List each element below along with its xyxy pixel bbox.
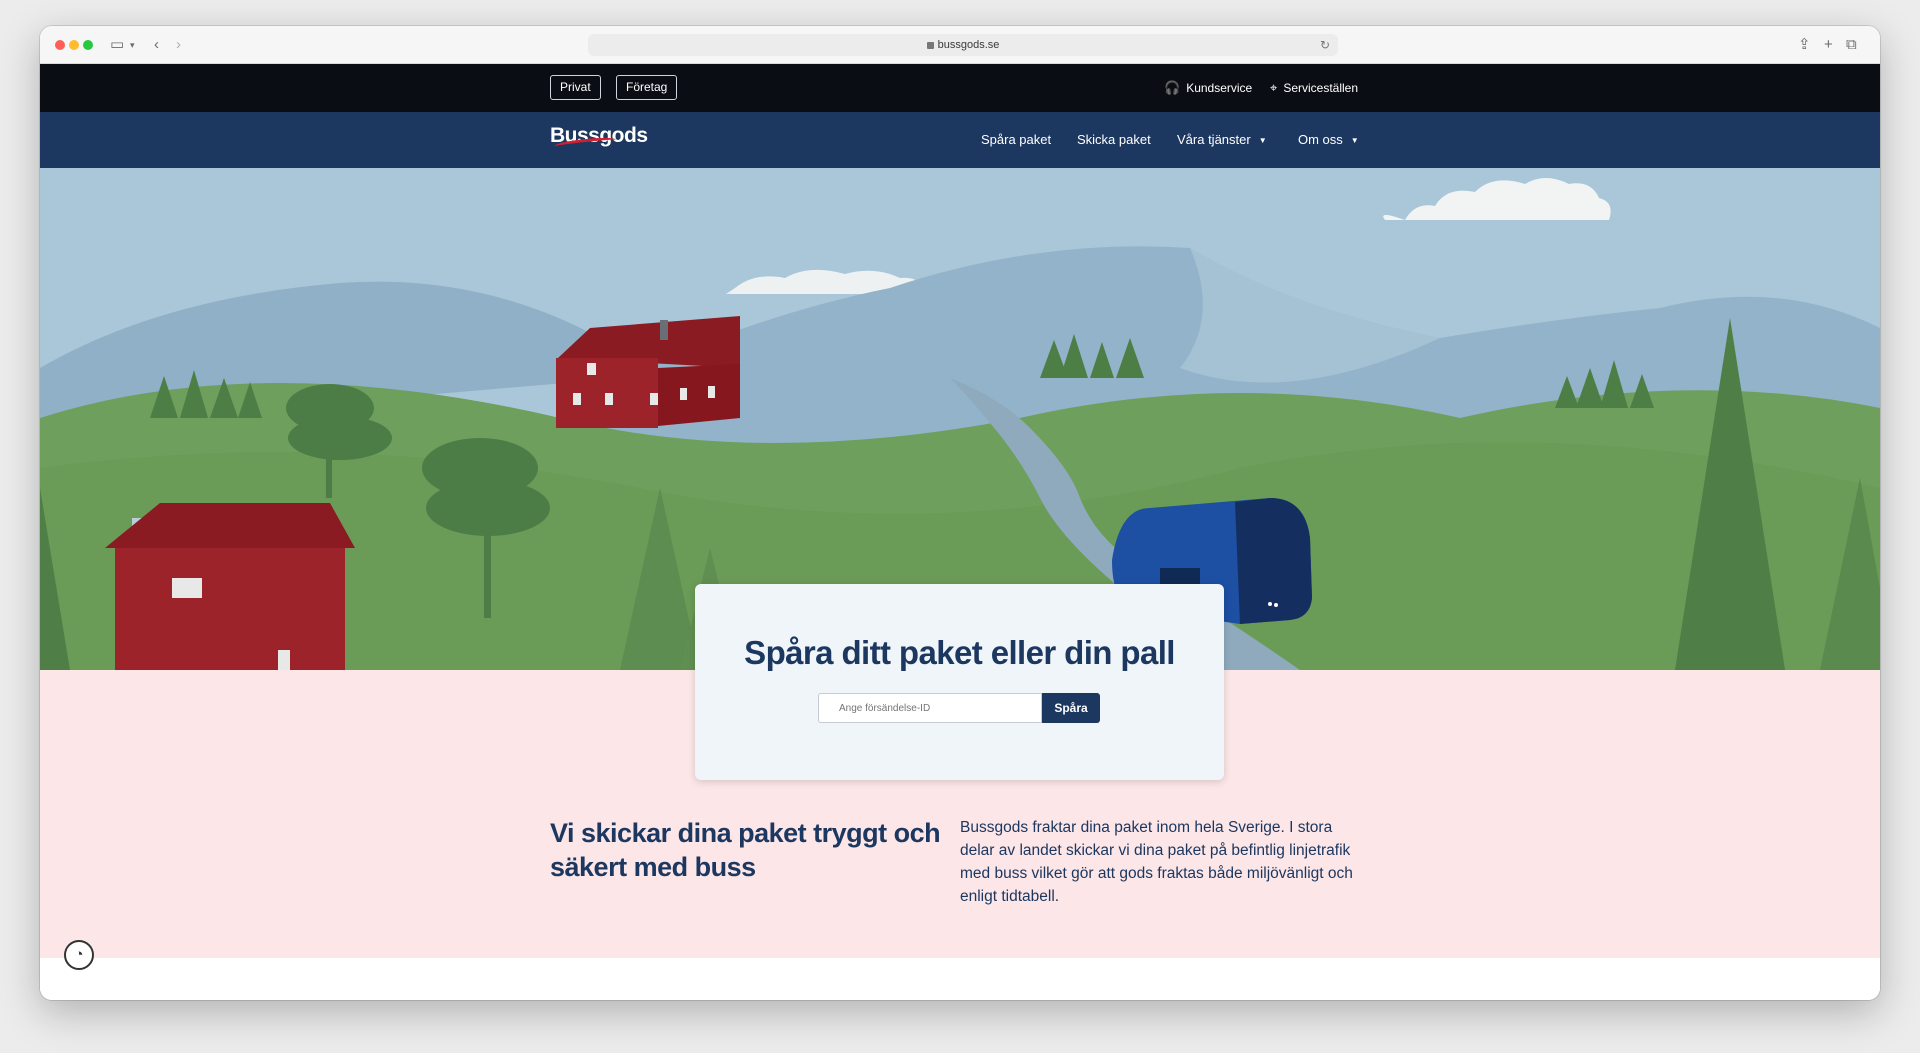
lock-icon: [926, 42, 934, 49]
close-window-button[interactable]: [55, 40, 65, 50]
address-bar[interactable]: bussgods.se ↻: [588, 34, 1338, 56]
service-points-label: Serviceställen: [1283, 81, 1359, 95]
tracking-id-input[interactable]: [818, 693, 1042, 723]
caret-down-icon: ▼: [1258, 136, 1267, 145]
url-text: bussgods.se: [937, 39, 1000, 51]
nav-item-send-package[interactable]: Skicka paket: [1077, 112, 1151, 168]
customer-service-link[interactable]: 🎧 Kundservice: [1164, 64, 1252, 112]
forward-icon[interactable]: ›: [176, 34, 181, 56]
site-topbar: Privat Företag 🎧 Kundservice ⌖ Servicestäl…: [40, 64, 1880, 112]
zoom-window-button[interactable]: [83, 40, 93, 50]
foretag-toggle[interactable]: Företag: [616, 75, 678, 100]
nav-item-track-package[interactable]: Spåra paket: [981, 112, 1051, 168]
reload-icon[interactable]: ↻: [1320, 34, 1330, 56]
share-icon[interactable]: ⇪: [1798, 34, 1811, 56]
nav-item-services[interactable]: Våra tjänster ▼: [1177, 112, 1267, 169]
tracking-card: Spåra ditt paket eller din pall Spåra: [695, 584, 1224, 780]
nav-item-about[interactable]: Om oss ▼: [1298, 112, 1359, 169]
browser-window: ▭ ▾ ‹ › bussgods.se ↻ ⇪ + ⧉ Privat Föret…: [40, 26, 1880, 1000]
intro-headline: Vi skickar dina paket tryggt och säkert …: [550, 818, 941, 882]
browser-toolbar: ▭ ▾ ‹ › bussgods.se ↻ ⇪ + ⧉: [40, 26, 1880, 64]
headset-icon: 🎧: [1164, 80, 1181, 95]
sidebar-toggle-icon[interactable]: ▭: [110, 34, 124, 56]
cookie-settings-icon[interactable]: ◔: [64, 940, 94, 970]
caret-down-icon: ▼: [1350, 136, 1359, 145]
minimize-window-button[interactable]: [69, 40, 79, 50]
tracking-title: Spåra ditt paket eller din pall: [744, 634, 1175, 671]
page-bottom: [40, 958, 1880, 1000]
nav-item-about-label: Om oss: [1298, 132, 1343, 147]
tab-overview-icon[interactable]: ⧉: [1846, 34, 1857, 56]
location-pin-icon: ⌖: [1270, 80, 1278, 95]
track-button[interactable]: Spåra: [1042, 693, 1100, 723]
privat-toggle[interactable]: Privat: [550, 75, 601, 100]
main-nav: Bussgods Spåra paket Skicka paket Våra t…: [40, 112, 1880, 168]
new-tab-icon[interactable]: +: [1824, 34, 1833, 56]
customer-service-label: Kundservice: [1186, 81, 1253, 95]
chevron-down-icon[interactable]: ▾: [130, 34, 135, 56]
service-points-link[interactable]: ⌖ Serviceställen: [1270, 64, 1358, 112]
nav-item-services-label: Våra tjänster: [1177, 132, 1251, 147]
intro-body: Bussgods fraktar dina paket inom hela Sv…: [960, 819, 1353, 905]
bussgods-logo[interactable]: Bussgods: [550, 124, 648, 151]
back-icon[interactable]: ‹: [154, 34, 159, 56]
